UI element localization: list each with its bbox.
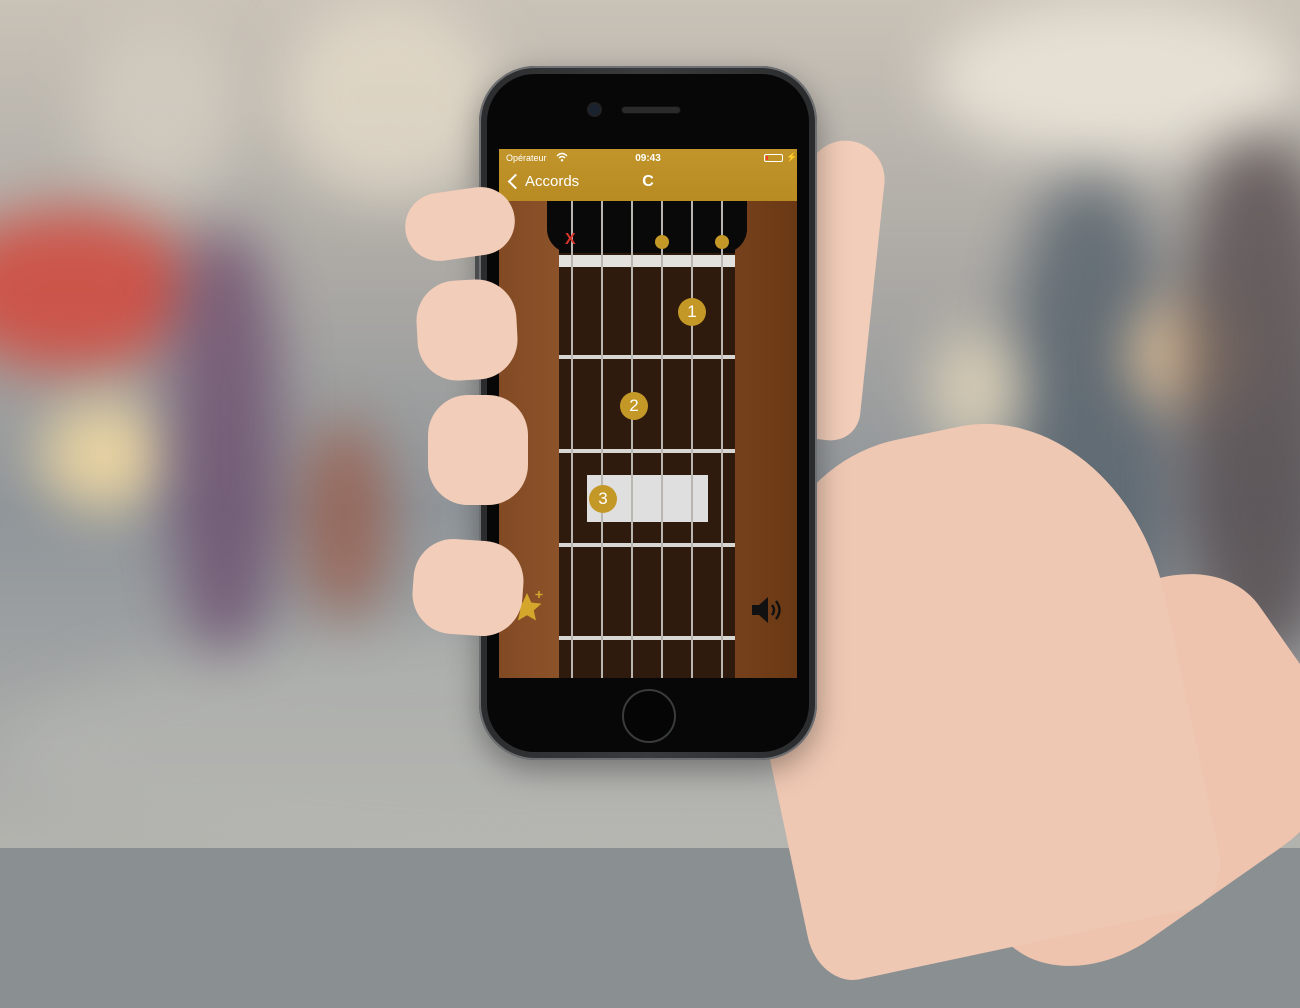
hand-finger-ring	[428, 395, 528, 505]
fret-wire	[559, 636, 735, 640]
home-button[interactable]	[622, 689, 676, 743]
battery-icon	[764, 154, 783, 162]
status-time: 09:43	[635, 153, 661, 164]
guitar-string	[661, 201, 663, 678]
chord-title: C	[642, 173, 654, 190]
nut	[559, 255, 735, 267]
headstock	[559, 201, 735, 253]
front-camera	[589, 104, 600, 115]
guitar-string	[691, 201, 693, 678]
fret-wire	[559, 449, 735, 453]
fret-wire	[559, 543, 735, 547]
speaker-icon	[752, 597, 781, 623]
hand-finger-middle	[414, 277, 520, 383]
charging-bolt-icon: ⚡	[786, 152, 797, 162]
guitar-string	[631, 201, 633, 678]
hand-finger-little	[409, 536, 527, 639]
open-string-marker	[715, 235, 729, 249]
finger-position-1: 1	[678, 298, 706, 326]
navigation-bar: Opérateur 09:43 ⚡ Accords C	[499, 149, 797, 201]
fret-wire	[559, 355, 735, 359]
muted-string-marker: X	[565, 231, 576, 248]
app-screen: Opérateur 09:43 ⚡ Accords C X 1 2 3	[499, 149, 797, 678]
play-sound-button[interactable]	[749, 594, 789, 626]
finger-position-3: 3	[589, 485, 617, 513]
earpiece-speaker	[621, 106, 681, 114]
guitar-string	[571, 201, 573, 678]
open-string-marker	[655, 235, 669, 249]
guitar-string	[601, 201, 603, 678]
guitar-string	[721, 201, 723, 678]
fretboard	[559, 253, 735, 678]
finger-position-2: 2	[620, 392, 648, 420]
